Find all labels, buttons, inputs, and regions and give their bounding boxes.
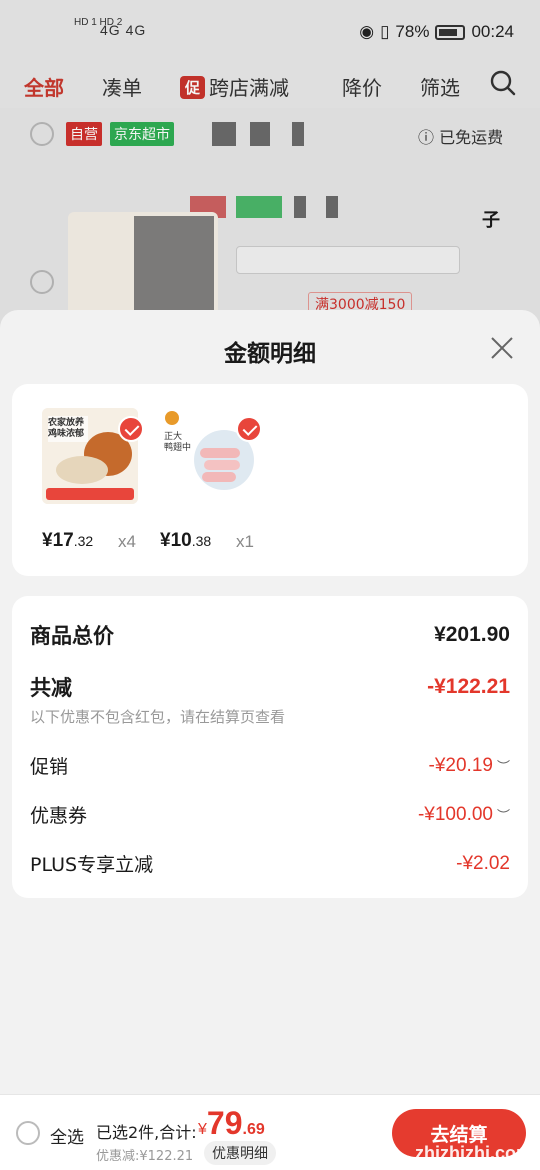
summary-card: 商品总价 ¥201.90 共减 -¥122.21 以下优惠不包含红包，请在结算页… [12, 596, 528, 898]
coupon-label: 优惠券 [30, 805, 88, 827]
item-quantity: x4 [118, 532, 136, 551]
checkout-bar: 全选 已选2件,合计: ¥79.69 优惠减:¥122.21 优惠明细 去结算 … [0, 1094, 540, 1170]
plus-row: PLUS专享立减 -¥2.02 [30, 850, 510, 877]
reduce-row: 共减 -¥122.21 [30, 672, 510, 702]
reduce-label: 共减 [30, 676, 72, 700]
select-all-label[interactable]: 全选 [50, 1123, 84, 1148]
reduce-value: -¥122.21 [427, 675, 510, 698]
select-all-checkbox[interactable] [16, 1121, 40, 1145]
discount-note: 以下优惠不包含红包，请在结算页查看 [30, 708, 286, 726]
chevron-down-icon: ︶ [496, 759, 510, 775]
total-value: ¥201.90 [434, 623, 510, 646]
selected-info: 已选2件,合计: [96, 1123, 197, 1142]
coupon-value: -¥100.00 [417, 803, 493, 825]
thumbnail-text: 农家放养 鸡味浓郁 [48, 418, 85, 439]
coupon-row[interactable]: 优惠券 -¥100.00 ︶ [30, 801, 510, 828]
promotion-row[interactable]: 促销 -¥20.19 ︶ [30, 752, 510, 779]
items-card: 农家放养 鸡味浓郁 正大 鸭翅中 ¥17.32 x4 ¥10.38 x1 [12, 384, 528, 576]
watermark: zhizhizhi.com [415, 1143, 532, 1163]
item-quantity: x1 [236, 532, 254, 551]
item-price: ¥10.38 [160, 530, 212, 551]
total-row: 商品总价 ¥201.90 [30, 620, 510, 650]
item-price: ¥17.32 [42, 530, 94, 551]
discount-detail-button[interactable]: 优惠明细 [204, 1141, 276, 1165]
total-label: 商品总价 [30, 624, 114, 648]
overlay-dim [0, 0, 540, 340]
close-icon[interactable] [490, 336, 514, 360]
sheet-title: 金额明细 [224, 341, 316, 367]
selected-check-icon [236, 416, 262, 442]
chevron-down-icon: ︶ [496, 808, 510, 824]
plus-value: -¥2.02 [456, 852, 510, 874]
thumbnail-text: 正大 鸭翅中 [164, 432, 192, 453]
promotion-value: -¥20.19 [428, 754, 493, 776]
selected-total: ¥79.69 [198, 1105, 265, 1141]
discount-amount: 优惠减:¥122.21 [96, 1149, 194, 1164]
plus-label: PLUS专享立减 [30, 854, 154, 876]
amount-detail-sheet: 金额明细 农家放养 鸡味浓郁 正大 鸭翅中 ¥17.32 x4 ¥10.38 x… [0, 310, 540, 1100]
promotion-label: 促销 [30, 756, 69, 778]
selected-check-icon [118, 416, 144, 442]
